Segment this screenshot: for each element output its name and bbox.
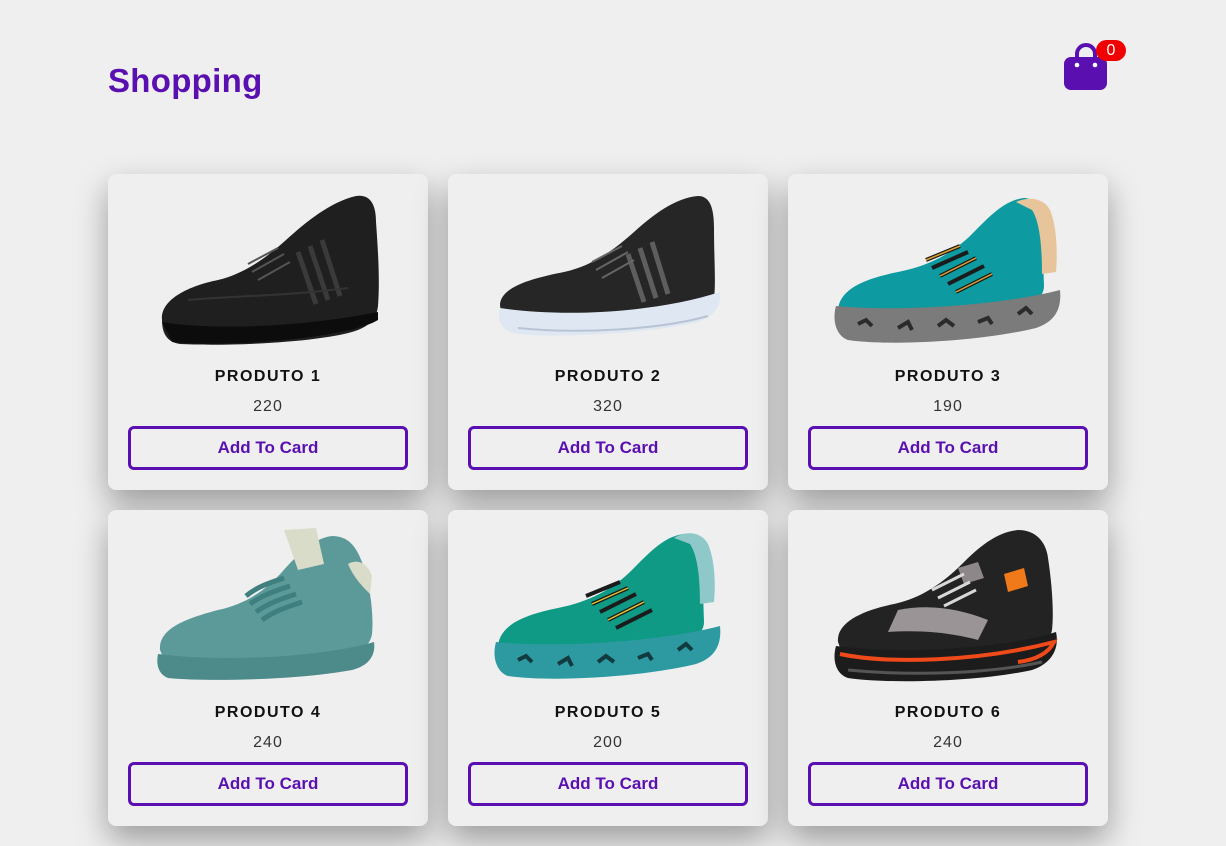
- teal-knit-sneaker-image: [834, 198, 1061, 343]
- product-price: 240: [253, 734, 283, 751]
- cart-count-badge: 0: [1096, 40, 1126, 61]
- page-title: Shopping: [108, 62, 263, 99]
- add-to-card-button[interactable]: Add To Card: [808, 426, 1088, 470]
- product-grid: PRODUTO 1 220 Add To Card PRODUTO 2 320 …: [108, 174, 1108, 826]
- add-to-card-button[interactable]: Add To Card: [468, 426, 748, 470]
- green-knit-sneaker-image: [494, 533, 721, 679]
- black-orange-chunky-sneaker-image: [834, 530, 1058, 682]
- product-price: 320: [593, 398, 623, 415]
- black-sneaker-image: [161, 195, 379, 345]
- page-header: Shopping 0: [108, 40, 1128, 120]
- product-card: PRODUTO 1 220 Add To Card: [108, 174, 428, 490]
- product-price: 200: [593, 734, 623, 751]
- black-running-shoe-image: [498, 196, 721, 336]
- product-price: 190: [933, 398, 963, 415]
- add-to-card-button[interactable]: Add To Card: [468, 762, 748, 806]
- product-name: PRODUTO 4: [214, 704, 322, 721]
- product-card: PRODUTO 4 240 Add To Card: [108, 510, 428, 826]
- product-price: 220: [253, 398, 283, 415]
- sage-sneaker-image: [157, 528, 375, 680]
- product-card: PRODUTO 5 200 Add To Card: [448, 510, 768, 826]
- product-name: PRODUTO 2: [554, 368, 662, 385]
- product-price: 240: [933, 734, 963, 751]
- add-to-card-button[interactable]: Add To Card: [808, 762, 1088, 806]
- product-name: PRODUTO 5: [554, 704, 662, 721]
- cart-button[interactable]: 0: [1064, 40, 1128, 96]
- product-card: PRODUTO 6 240 Add To Card: [788, 510, 1108, 826]
- add-to-card-button[interactable]: Add To Card: [128, 426, 408, 470]
- product-name: PRODUTO 3: [894, 368, 1002, 385]
- add-to-card-button[interactable]: Add To Card: [128, 762, 408, 806]
- product-card: PRODUTO 2 320 Add To Card: [448, 174, 768, 490]
- product-name: PRODUTO 1: [214, 368, 322, 385]
- product-card: PRODUTO 3 190 Add To Card: [788, 174, 1108, 490]
- product-name: PRODUTO 6: [894, 704, 1002, 721]
